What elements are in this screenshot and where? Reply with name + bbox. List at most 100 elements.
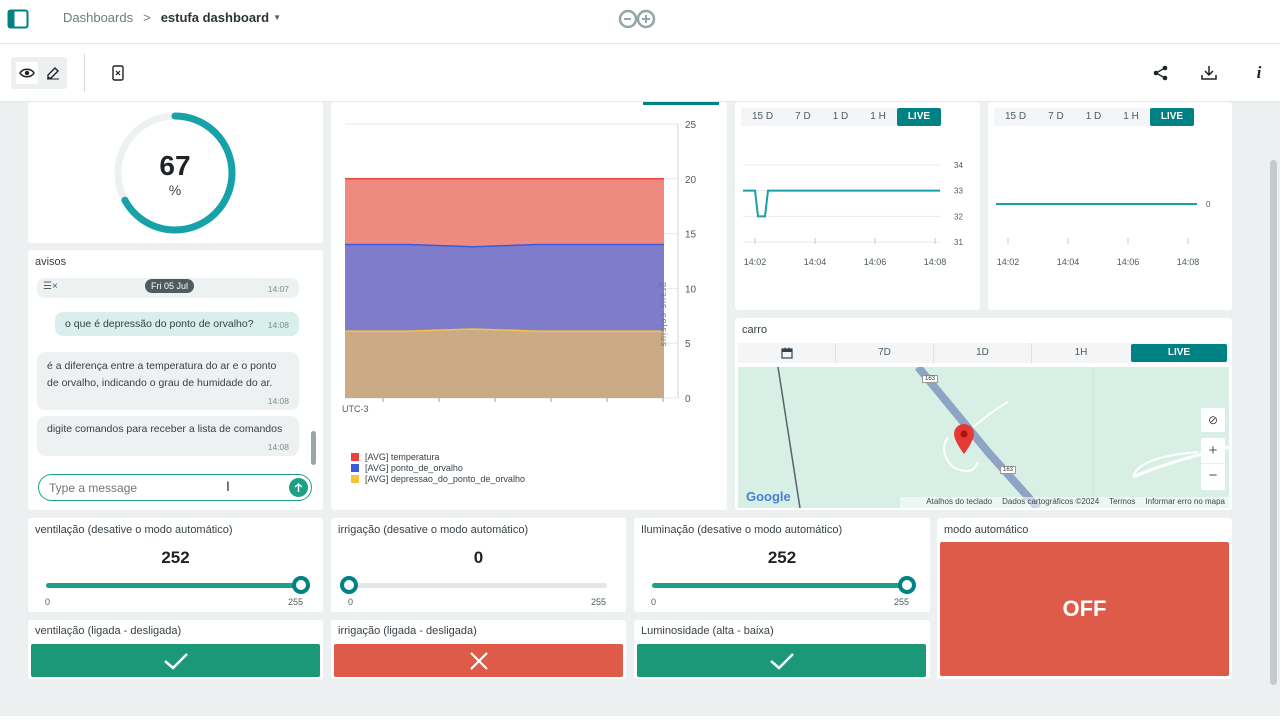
modo-automatico-button[interactable]: OFF — [940, 542, 1229, 676]
message-item: é a diferença entre a temperatura do ar … — [37, 352, 299, 410]
map-view[interactable]: 163 163 ⊘ + − Google Atalhos do teclado … — [738, 367, 1229, 508]
slider-thumb[interactable] — [897, 576, 916, 594]
slider-track[interactable] — [652, 583, 910, 588]
map-range-live[interactable]: LIVE — [1131, 344, 1227, 362]
date-chip: Fri 05 Jul — [145, 279, 195, 293]
map-footer-link[interactable]: Termos — [1109, 497, 1135, 508]
legend-label: [AVG] depressao_do_ponto_de_orvalho — [365, 473, 525, 484]
line-chart-widget-1: 15 D 7 D 1 D 1 H LIVE 34 33 32 31 14:02 14:04… — [735, 102, 980, 310]
message-text: digite comandos para receber a lista de … — [47, 423, 283, 435]
range-15d[interactable]: 15 D — [741, 108, 784, 126]
message-time: 14:08 — [267, 442, 289, 452]
road-label: 163 — [1000, 466, 1017, 474]
line-chart-widget-2: 15 D 7 D 1 D 1 H LIVE 0 14:02 14:04 14:06 14… — [988, 102, 1232, 310]
slider-value: 252 — [161, 548, 190, 567]
download-icon[interactable] — [1199, 63, 1219, 83]
legend-swatch — [351, 452, 359, 461]
widget-title: Luminosidade (alta - baixa) — [641, 625, 774, 637]
map-footer-link[interactable]: Atalhos do teclado — [926, 497, 992, 508]
time-range-selector: 15 D 7 D 1 D 1 H LIVE — [994, 108, 1195, 126]
humidity-unit: % — [168, 182, 182, 198]
range-1d[interactable]: 1 D — [1075, 108, 1113, 126]
x-tick-label: 14:02 — [997, 257, 1020, 267]
legend-swatch — [351, 474, 359, 483]
breadcrumb-root[interactable]: Dashboards — [63, 10, 133, 25]
range-1h[interactable]: 1 H — [1112, 108, 1150, 126]
arduino-logo-icon — [617, 9, 657, 34]
message-list: ☰× Fri 05 Jul 14:07 o que é depressão do… — [28, 274, 318, 464]
legend-swatch — [351, 463, 359, 472]
slider-track[interactable] — [46, 583, 304, 588]
road-label: 163 — [922, 375, 939, 383]
top-bar: Dashboards > estufa dashboard ▼ — [0, 0, 1280, 44]
carro-map-widget: carro 7D 1D 1H LIVE 163 163 ⊘ + − Google… — [735, 318, 1232, 510]
slider-min-label: 0 — [651, 597, 657, 607]
slider-max-label: 255 — [288, 597, 304, 607]
range-15d[interactable]: 15 D — [994, 108, 1037, 126]
calendar-icon[interactable] — [738, 343, 836, 363]
map-pin-icon[interactable] — [953, 423, 975, 455]
chart-legend: [AVG] temperatura [AVG] ponto_de_orvalho… — [351, 451, 525, 484]
range-1h[interactable]: 1 H — [859, 108, 897, 126]
range-live[interactable]: LIVE — [896, 108, 942, 126]
slider-max-label: 255 — [591, 597, 607, 607]
slider-thumb[interactable] — [340, 576, 358, 594]
toolbar: i — [0, 44, 1280, 102]
page-scrollbar[interactable] — [1270, 160, 1277, 685]
mobile-view-icon[interactable] — [108, 63, 128, 83]
message-text: o que é depressão do ponto de orvalho? — [65, 318, 254, 330]
x-tick-label: 14:02 — [744, 257, 767, 267]
arrow-up-icon — [294, 482, 303, 492]
widget-title: modo automático — [944, 524, 1029, 536]
zoom-in-button[interactable]: + — [1201, 438, 1225, 464]
breadcrumb: Dashboards > estufa dashboard ▼ — [63, 10, 281, 25]
pencil-icon[interactable] — [42, 62, 64, 84]
legend-label: [AVG] temperatura — [365, 451, 440, 462]
y-tick-label: 32 — [954, 212, 963, 221]
x-tick-label: 14:04 — [804, 257, 827, 267]
chevron-down-icon[interactable]: ▼ — [273, 13, 281, 22]
message-text-line: é a diferença entre a temperatura do ar … — [47, 360, 277, 372]
info-icon[interactable]: i — [1249, 63, 1269, 83]
series-line — [743, 189, 940, 218]
map-range-7d[interactable]: 7D — [836, 343, 934, 363]
modo-automatico-state: OFF — [1062, 596, 1107, 621]
send-button[interactable] — [289, 478, 308, 497]
line-chart-2: 0 14:02 14:04 14:06 14:08 — [996, 200, 1211, 267]
message-scrollbar[interactable] — [311, 431, 316, 465]
switch-button-off[interactable] — [334, 644, 623, 677]
check-icon — [163, 652, 188, 670]
message-time: 14:08 — [267, 396, 289, 406]
map-footer-link[interactable]: Informar erro no mapa — [1145, 497, 1225, 508]
sidebar-toggle-icon[interactable] — [6, 7, 30, 31]
map-range-1d[interactable]: 1D — [934, 343, 1032, 363]
message-input[interactable] — [49, 479, 269, 497]
range-live[interactable]: LIVE — [1149, 108, 1195, 126]
y-tick-label: 25 — [685, 120, 697, 131]
range-7d[interactable]: 7 D — [784, 108, 822, 126]
text-cursor-icon: I — [226, 478, 230, 494]
range-7d[interactable]: 7 D — [1037, 108, 1075, 126]
map-range-1h[interactable]: 1H — [1032, 343, 1130, 363]
legend-item: [AVG] ponto_de_orvalho — [351, 462, 525, 473]
switch-widget-irrigacao: irrigação (ligada - desligada) — [331, 620, 626, 679]
street-view-icon[interactable]: ⊘ — [1201, 408, 1225, 432]
switch-button-on[interactable] — [31, 644, 320, 677]
message-item-sent: o que é depressão do ponto de orvalho? 1… — [55, 312, 299, 336]
slider-track[interactable] — [349, 583, 607, 588]
range-1d[interactable]: 1 D — [822, 108, 860, 126]
x-tick-label: 14:08 — [924, 257, 947, 267]
zoom-out-button[interactable]: − — [1201, 464, 1225, 490]
area-chart-widget: 252015105014:0314:0414:0514:0614:0714:08… — [331, 102, 727, 510]
breadcrumb-current[interactable]: estufa dashboard — [161, 10, 269, 25]
widget-title: irrigação (desative o modo automático) — [338, 524, 529, 536]
widget-title: carro — [742, 324, 768, 336]
map-range-selector: 7D 1D 1H LIVE — [738, 343, 1229, 363]
share-icon[interactable] — [1151, 63, 1171, 83]
zoom-controls: + − — [1201, 438, 1225, 490]
eye-icon[interactable] — [16, 62, 38, 84]
clear-chat-icon[interactable]: ☰× — [43, 281, 58, 292]
slider-thumb[interactable] — [291, 576, 310, 594]
slider-value: 0 — [473, 548, 484, 567]
switch-button-on[interactable] — [637, 644, 926, 677]
